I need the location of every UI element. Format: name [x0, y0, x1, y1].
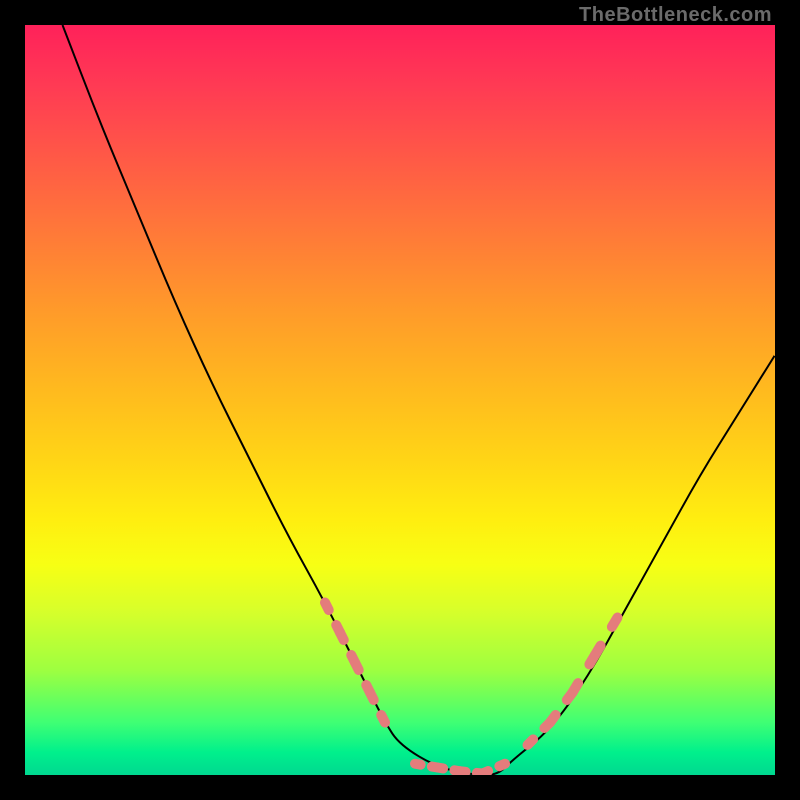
- watermark-text: TheBottleneck.com: [579, 4, 772, 27]
- curve-svg: [25, 25, 775, 775]
- chart-frame: TheBottleneck.com: [0, 0, 800, 800]
- plot-area: [25, 25, 775, 775]
- highlight-beads: [325, 603, 618, 774]
- bottleneck-curve: [63, 25, 776, 775]
